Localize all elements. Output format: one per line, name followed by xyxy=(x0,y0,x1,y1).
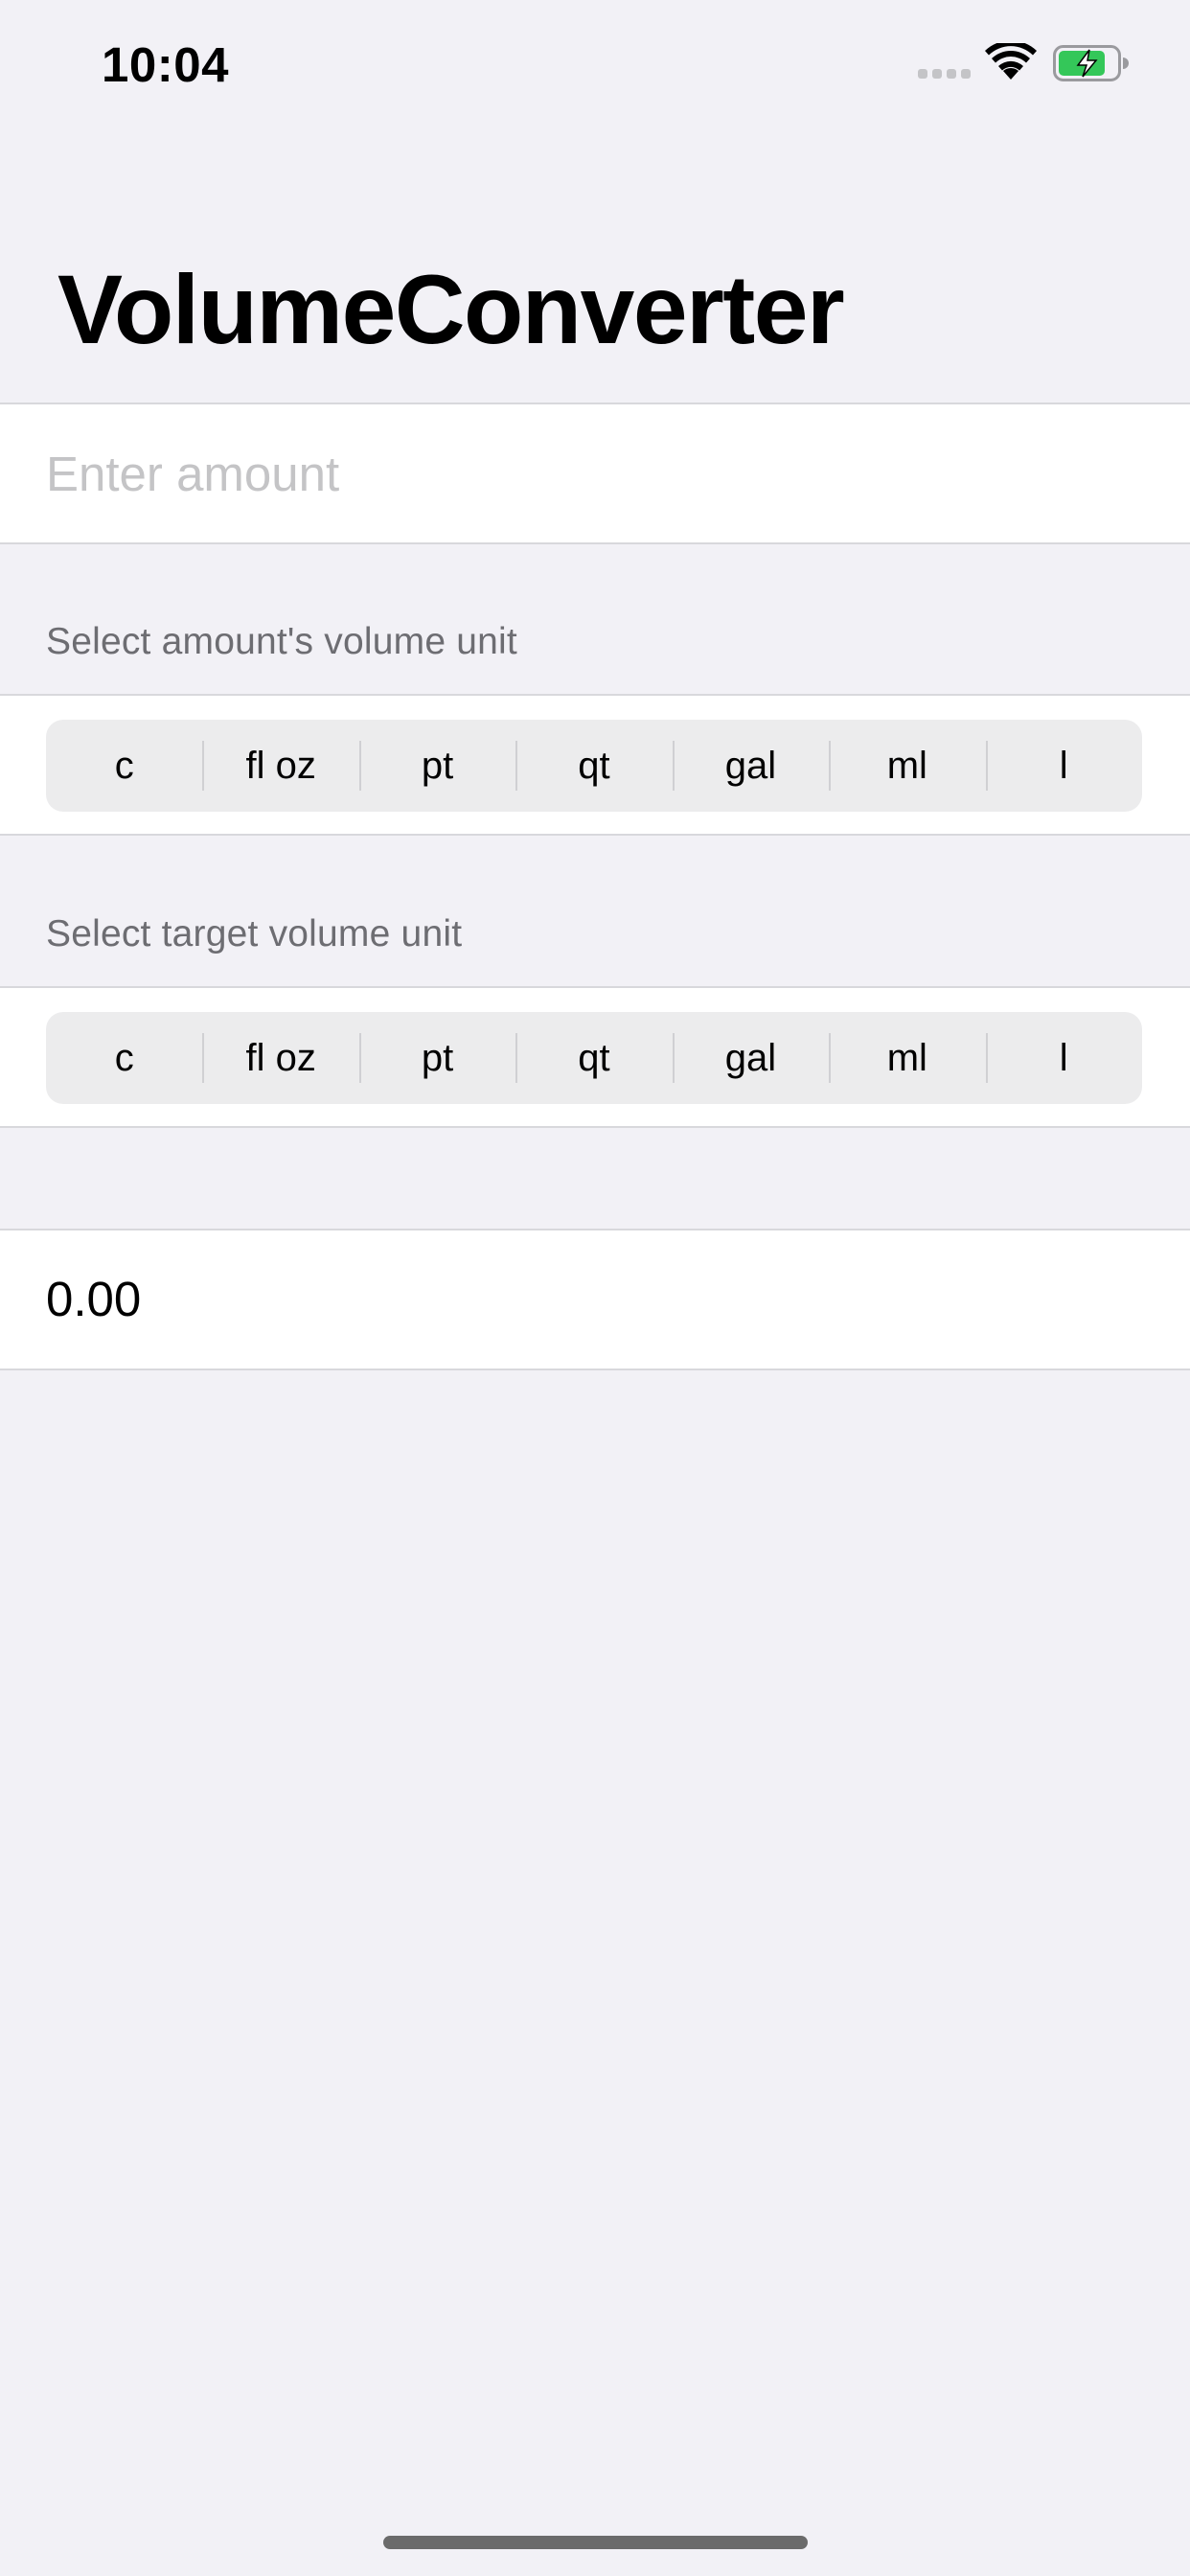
source-unit-cell: c fl oz pt qt gal ml l xyxy=(0,694,1190,836)
target-unit-option-gal[interactable]: gal xyxy=(672,1012,829,1104)
wifi-icon xyxy=(985,43,1037,80)
source-unit-option-qt[interactable]: qt xyxy=(515,720,672,812)
target-unit-cell: c fl oz pt qt gal ml l xyxy=(0,986,1190,1128)
source-unit-option-ml[interactable]: ml xyxy=(829,720,985,812)
source-unit-option-gal[interactable]: gal xyxy=(672,720,829,812)
status-bar: 10:04 xyxy=(0,0,1190,126)
target-unit-option-l[interactable]: l xyxy=(985,1012,1142,1104)
source-unit-option-fl-oz[interactable]: fl oz xyxy=(202,720,358,812)
target-unit-option-c[interactable]: c xyxy=(46,1012,202,1104)
page-title: VolumeConverter xyxy=(57,255,845,364)
source-unit-option-l[interactable]: l xyxy=(985,720,1142,812)
target-unit-option-qt[interactable]: qt xyxy=(515,1012,672,1104)
target-unit-option-ml[interactable]: ml xyxy=(829,1012,985,1104)
target-unit-header: Select target volume unit xyxy=(46,913,463,954)
home-indicator[interactable] xyxy=(383,2536,808,2549)
status-time: 10:04 xyxy=(102,37,229,92)
target-unit-picker: c fl oz pt qt gal ml l xyxy=(46,1012,1142,1104)
source-unit-option-c[interactable]: c xyxy=(46,720,202,812)
amount-cell xyxy=(0,402,1190,544)
source-unit-option-pt[interactable]: pt xyxy=(358,720,515,812)
target-unit-option-pt[interactable]: pt xyxy=(358,1012,515,1104)
source-unit-header: Select amount's volume unit xyxy=(46,621,517,662)
cellular-signal-icon xyxy=(918,69,972,79)
result-cell: 0.00 xyxy=(0,1229,1190,1370)
amount-input[interactable] xyxy=(46,404,1148,542)
source-unit-picker: c fl oz pt qt gal ml l xyxy=(46,720,1142,812)
result-value: 0.00 xyxy=(46,1272,142,1326)
target-unit-option-fl-oz[interactable]: fl oz xyxy=(202,1012,358,1104)
battery-charging-icon xyxy=(1053,45,1129,81)
